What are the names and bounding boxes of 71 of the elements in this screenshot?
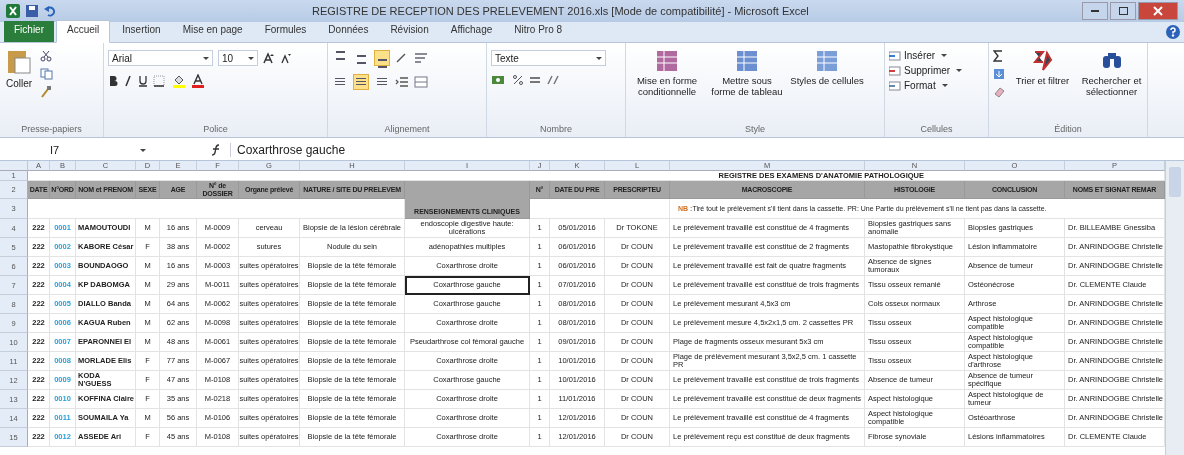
formula-field[interactable]: Coxarthrose gauche [230,143,1184,157]
ribbon-tab[interactable]: Révision [380,21,439,42]
group-label: Nombre [539,123,573,136]
ribbon-tab[interactable]: Mise en page [172,21,253,42]
decimal-icon[interactable] [546,74,560,86]
minimize-button[interactable] [1082,2,1108,20]
ribbon-tab[interactable]: Affichage [440,21,503,42]
copy-icon[interactable] [40,68,55,80]
ribbon-tab[interactable]: Formules [254,21,317,42]
excel-logo-icon [6,4,20,18]
underline-icon[interactable] [138,75,148,87]
group-label: Édition [1053,123,1083,136]
merge-cells-icon[interactable] [414,76,428,88]
style-button[interactable]: Styles de cellules [790,46,864,87]
indent-icon[interactable] [395,76,409,88]
edit-button[interactable]: Rechercher et sélectionner [1080,46,1143,98]
group-label: Police [202,123,229,136]
eraser-icon[interactable] [993,86,1005,98]
fill-down-icon[interactable] [993,68,1005,80]
cells-button[interactable]: Insérer [889,50,948,61]
vertical-scrollbar[interactable] [1165,161,1184,455]
scissors-icon[interactable] [40,50,53,62]
table-style-icon [735,50,759,72]
cells-icon [889,50,901,61]
window-title: REGISTRE DE RECEPTION DES PRELEVEMENT 2016.xls [Mode de compatibilité] - Microsoft Excel [312,5,810,17]
ribbon-tab[interactable]: Nitro Pro 8 [504,21,573,42]
close-icon [1153,6,1163,16]
cells-icon [889,80,901,91]
font-name-field[interactable]: Arial [108,50,213,66]
font-size-field[interactable]: 10 [218,50,258,66]
brush-icon[interactable] [40,86,53,98]
table-style-icon [655,50,679,72]
vertical-align-button[interactable] [374,50,390,66]
paste-button[interactable]: Coller [4,46,35,91]
bold-icon[interactable] [108,75,118,87]
cells-button[interactable]: Supprimer [889,65,963,76]
grow-font-icon[interactable] [263,52,275,64]
group-label: Cellules [919,123,954,136]
cells-icon [889,65,901,76]
restore-button[interactable] [1110,2,1136,20]
number-format-field[interactable]: Texte [491,50,606,66]
percent-icon[interactable] [512,74,524,86]
sum-icon[interactable] [993,50,1003,62]
ribbon-tab[interactable]: Fichier [4,21,54,42]
group-label: Alignement [383,123,431,136]
name-box[interactable]: I7 [0,144,150,156]
sort-icon [1030,50,1055,72]
italic-icon[interactable] [123,75,133,87]
font-color-icon[interactable] [191,74,205,88]
style-button[interactable]: Mettre sous forme de tableau [710,46,784,98]
horizontal-align-button[interactable] [353,74,369,90]
cells-button[interactable]: Format [889,80,948,91]
shrink-font-icon[interactable] [280,52,292,64]
thousands-icon[interactable] [529,74,541,86]
ribbon-tab[interactable]: Données [318,21,379,42]
fill-color-icon[interactable] [172,74,186,88]
save-icon[interactable] [26,5,38,17]
ribbon-tab[interactable]: Insertion [112,21,171,42]
group-label: Style [744,123,766,136]
close-button[interactable] [1138,2,1178,20]
undo-icon[interactable] [44,5,56,17]
ribbon-tab[interactable]: Accueil [56,20,111,43]
table-style-icon [815,50,839,72]
style-button[interactable]: Mise en forme conditionnelle [630,46,704,98]
currency-icon[interactable] [491,74,507,86]
group-label: Presse-papiers [20,123,83,136]
wrap-text-icon[interactable] [414,52,428,64]
text-angle-icon[interactable] [395,52,409,64]
help-icon[interactable] [1166,25,1180,39]
borders-icon[interactable] [153,75,167,87]
edit-button[interactable]: Trier et filtrer [1011,46,1074,87]
